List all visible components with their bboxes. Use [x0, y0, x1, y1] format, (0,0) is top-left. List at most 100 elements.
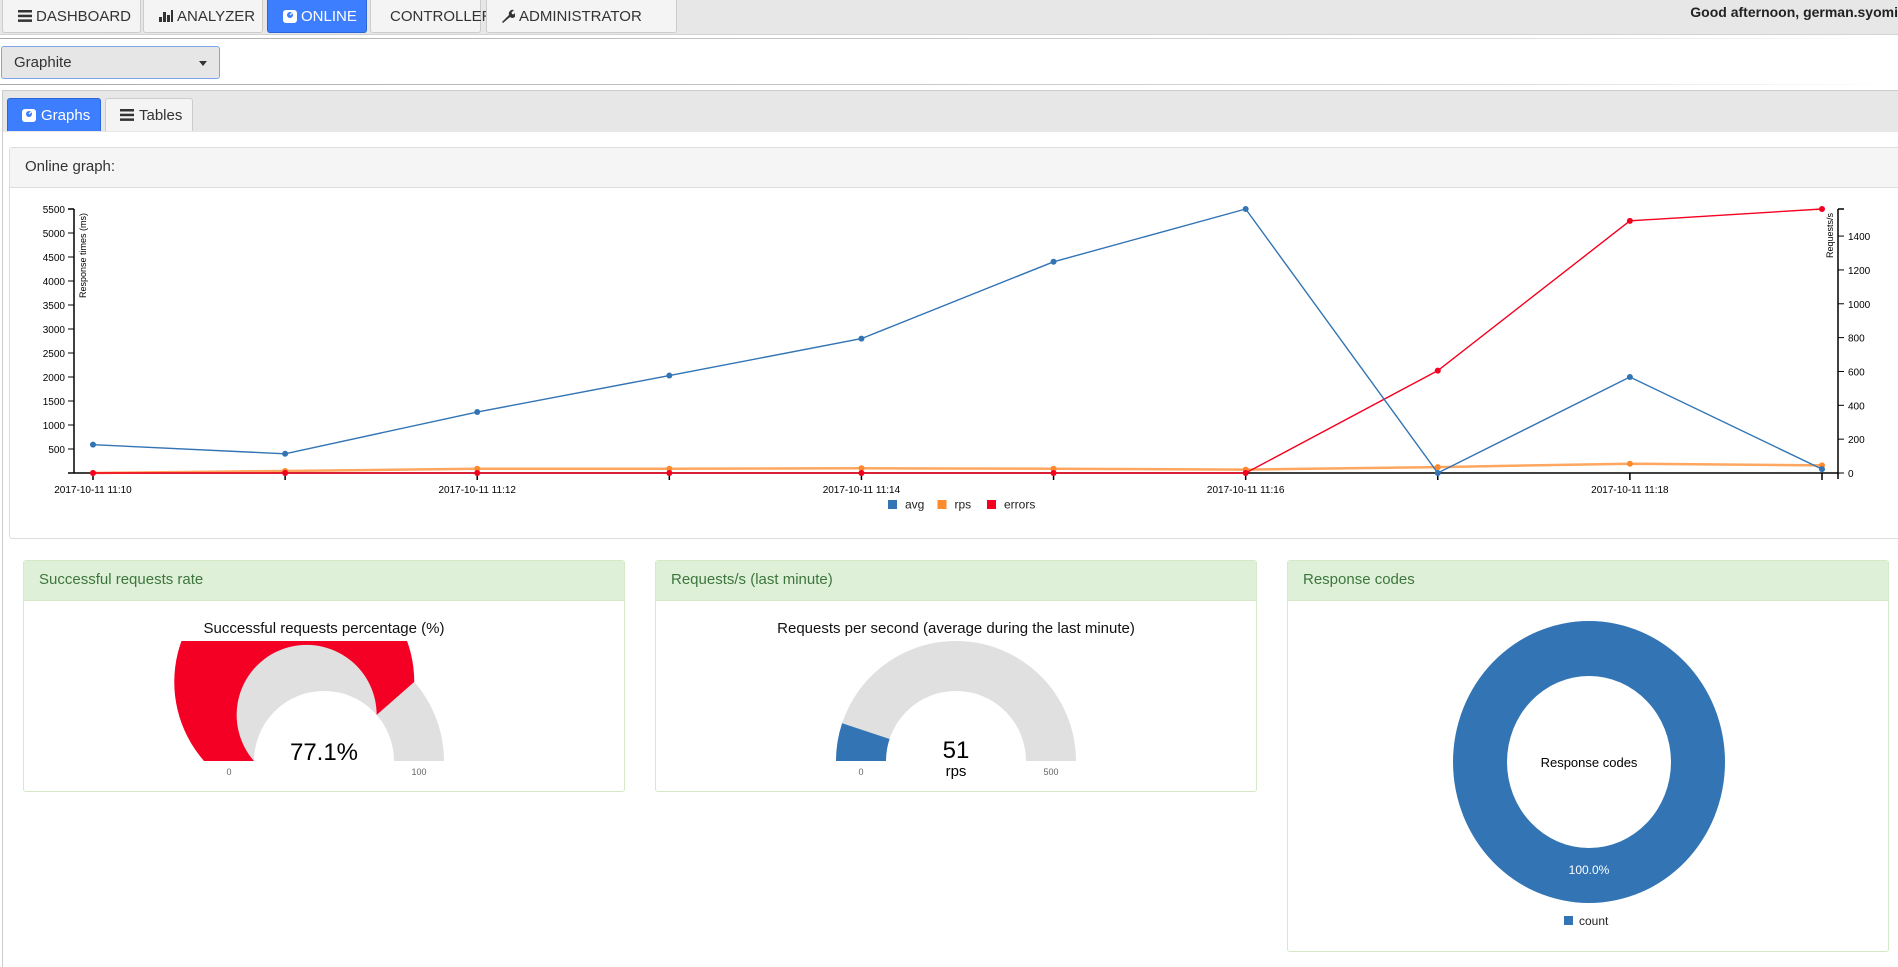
response-codes-header: Response codes	[1288, 561, 1888, 601]
legend-swatch-errors	[987, 500, 996, 509]
y-axis-label: Response times (ms)	[78, 213, 88, 298]
nav-tab-label: ONLINE	[301, 7, 357, 25]
y-tick-label: 1500	[43, 397, 66, 408]
donut-center-label: Response codes	[1541, 755, 1638, 770]
data-point-errors	[474, 470, 481, 476]
data-point-errors	[282, 470, 289, 476]
y-tick-label: 5000	[43, 229, 66, 240]
tab-label: Graphs	[41, 106, 91, 124]
wrench-icon	[502, 9, 515, 23]
y-tick-label: 3000	[43, 325, 66, 336]
bar-chart-icon	[159, 10, 173, 22]
legend-label-avg: avg	[905, 498, 924, 512]
data-point-errors	[1050, 470, 1057, 476]
success-rate-header: Successful requests rate	[24, 561, 624, 601]
source-select[interactable]: Graphite	[1, 46, 220, 79]
y-right-tick-label: 200	[1848, 435, 1865, 446]
success-rate-gauge: 77.1% 0 100	[174, 641, 444, 777]
y-tick-label: 2000	[43, 373, 66, 384]
gauge-min-label: 0	[858, 767, 863, 777]
rps-gauge: 51rps 0 500	[836, 641, 1076, 780]
data-point-avg	[1626, 374, 1633, 380]
gauge-value: 77.1%	[290, 739, 358, 766]
x-tick-label: 2017-10-11 11:16	[1207, 485, 1285, 496]
divider	[0, 38, 1898, 39]
source-select-value: Graphite	[14, 54, 72, 71]
gauge-title: Successful requests percentage (%)	[203, 620, 445, 637]
data-point-avg	[474, 409, 481, 416]
y-tick-label: 500	[48, 445, 65, 456]
data-point-avg	[90, 441, 96, 448]
nav-tab-administrator[interactable]: ADMINISTRATOR	[486, 0, 677, 33]
data-point-avg	[282, 450, 289, 457]
series-line-rps	[92, 462, 1823, 475]
x-tick-label: 2017-10-11 11:12	[438, 485, 516, 496]
y-right-tick-label: 600	[1848, 367, 1865, 378]
data-point-avg	[1050, 258, 1057, 265]
x-tick-label: 2017-10-11 11:18	[1591, 485, 1669, 496]
list-icon	[120, 109, 134, 121]
data-point-avg	[666, 372, 673, 379]
y-tick-label: 4500	[43, 253, 66, 264]
nav-tab-analyzer[interactable]: ANALYZER	[143, 0, 263, 33]
data-point-errors	[1242, 470, 1249, 476]
legend-label-count: count	[1579, 914, 1609, 928]
data-point-errors	[1626, 217, 1633, 224]
dashboard-icon	[283, 9, 297, 23]
gauge-title: Requests per second (average during the …	[777, 620, 1135, 637]
nav-tab-label: DASHBOARD	[36, 7, 132, 25]
data-point-avg	[1434, 470, 1441, 476]
data-point-errors	[858, 470, 865, 476]
nav-tab-online[interactable]: ONLINE	[267, 0, 367, 33]
list-icon	[18, 10, 32, 22]
success-rate-panel: Successful requests rate Successful requ…	[23, 560, 625, 792]
tab-label: Tables	[139, 106, 183, 124]
data-point-errors	[666, 470, 673, 476]
series-line-errors	[93, 208, 1823, 474]
data-point-avg	[1242, 206, 1249, 212]
legend-swatch-count	[1564, 916, 1573, 925]
y-right-tick-label: 400	[1848, 401, 1865, 412]
gauge-unit: rps	[946, 763, 967, 780]
nav-tab-dashboard[interactable]: DASHBOARD	[2, 0, 141, 33]
y-tick-label: 5500	[43, 205, 66, 216]
gauge-max-label: 100	[411, 767, 426, 777]
y-right-tick-label: 1000	[1848, 300, 1871, 311]
response-codes-panel: Response codes 100.0% Response codes count	[1287, 560, 1889, 952]
divider	[0, 84, 1898, 85]
y-right-axis-label: Requests/s	[1825, 213, 1835, 259]
legend-label-rps: rps	[955, 498, 972, 512]
online-line-chart: 5001000150020002500300035004000450050005…	[43, 205, 1871, 512]
rps-panel: Requests/s (last minute) Requests per se…	[655, 560, 1257, 792]
gauge-value: 51	[943, 737, 970, 764]
view-tabs-bar	[2, 90, 1898, 132]
y-tick-label: 1000	[43, 421, 66, 432]
legend-swatch-rps	[937, 500, 947, 509]
response-codes-donut: 100.0% Response codes count	[1453, 621, 1725, 928]
data-point-rps	[1626, 460, 1633, 467]
y-tick-label: 3500	[43, 301, 66, 312]
dashboard-icon	[22, 108, 36, 122]
data-point-avg	[858, 335, 865, 342]
data-point-errors	[90, 470, 96, 476]
user-greeting: Good afternoon, german.syomi	[1690, 4, 1898, 20]
y-right-tick-label: 0	[1848, 469, 1854, 480]
y-right-tick-label: 1400	[1848, 232, 1871, 243]
caret-down-icon	[199, 61, 207, 66]
y-right-tick-label: 800	[1848, 334, 1865, 345]
tab-tables[interactable]: Tables	[105, 98, 193, 131]
nav-tab-label: ADMINISTRATOR	[519, 7, 642, 25]
legend-swatch-avg	[888, 500, 897, 509]
data-point-errors	[1434, 367, 1441, 374]
x-tick-label: 2017-10-11 11:10	[54, 485, 132, 496]
data-point-avg	[1819, 466, 1825, 473]
data-point-errors	[1819, 206, 1825, 212]
legend-label-errors: errors	[1004, 498, 1035, 512]
y-tick-label: 4000	[43, 277, 66, 288]
x-tick-label: 2017-10-11 11:14	[823, 485, 901, 496]
nav-tab-controller[interactable]: CONTROLLER	[370, 0, 493, 33]
gauge-min-label: 0	[226, 767, 231, 777]
donut-slice-label: 100.0%	[1569, 863, 1610, 877]
tab-graphs[interactable]: Graphs	[7, 98, 101, 131]
nav-tab-label: ANALYZER	[177, 7, 256, 25]
